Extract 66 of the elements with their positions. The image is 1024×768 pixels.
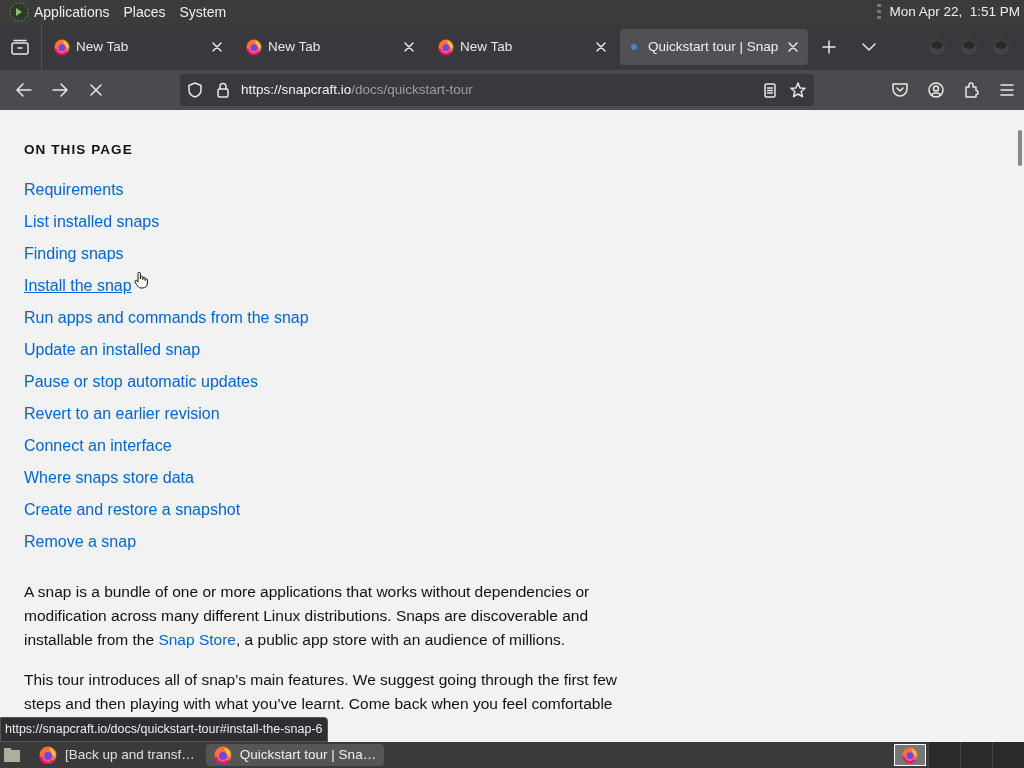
browser-tab[interactable]: New Tab <box>236 29 424 65</box>
toc-link[interactable]: List installed snaps <box>24 210 160 235</box>
stop-icon[interactable] <box>90 84 102 96</box>
toc-link[interactable]: Remove a snap <box>24 530 137 555</box>
terminal-logo-icon[interactable] <box>8 2 30 22</box>
browser-tab[interactable]: Quickstart tour | Snap <box>620 29 808 65</box>
back-icon[interactable] <box>16 83 32 97</box>
panel-handle-icon <box>877 3 882 21</box>
toc-link[interactable]: Requirements <box>24 178 124 203</box>
hand-cursor-icon <box>133 271 148 290</box>
toc-link[interactable]: Where snaps store data <box>24 466 194 491</box>
workspace-switcher[interactable] <box>960 742 992 768</box>
tab-list-icon[interactable] <box>11 39 29 55</box>
firefox-icon <box>438 39 454 55</box>
toc-link[interactable]: Run apps and commands from the snap <box>24 306 309 331</box>
tab-title: New Tab <box>76 37 130 56</box>
menu-item[interactable]: Applications <box>34 1 110 23</box>
forward-icon[interactable] <box>52 83 68 97</box>
account-icon[interactable] <box>928 82 944 98</box>
menu-icon[interactable] <box>1000 84 1014 96</box>
shield-icon[interactable] <box>188 82 202 98</box>
firefox-icon <box>54 39 70 55</box>
menu-item[interactable]: Places <box>123 1 166 23</box>
firefox-icon <box>246 39 262 55</box>
close-icon[interactable] <box>404 42 414 52</box>
menu-item[interactable]: System <box>179 1 227 23</box>
status-url: https://snapcraft.io/docs/quickstart-tour#install-the-snap-6 <box>0 717 328 742</box>
toc-link[interactable]: Update an installed snap <box>24 338 201 363</box>
close-icon[interactable] <box>212 42 222 52</box>
workspace-switcher[interactable] <box>992 742 1024 768</box>
toc-link[interactable]: Pause or stop automatic updates <box>24 370 258 395</box>
browser-tab[interactable]: New Tab <box>428 29 616 65</box>
new-tab-icon[interactable] <box>822 40 836 54</box>
puzzle-icon[interactable] <box>964 82 980 98</box>
scrollbar-thumb[interactable] <box>1018 130 1022 166</box>
taskbar-button[interactable]: [Back up and transf… <box>31 744 203 766</box>
firefox-icon <box>213 746 232 764</box>
pocket-icon[interactable] <box>892 83 908 97</box>
toc-link[interactable]: Finding snaps <box>24 242 124 267</box>
tab-title: New Tab <box>460 37 514 56</box>
address-bar[interactable]: https://snapcraft.io/docs/quickstart-tour <box>180 74 814 106</box>
bookmark-star-icon[interactable] <box>790 82 806 98</box>
close-icon[interactable] <box>788 42 798 52</box>
toc-link[interactable]: Create and restore a snapshot <box>24 498 241 523</box>
url-text: https://snapcraft.io/docs/quickstart-tour <box>241 80 474 99</box>
reader-view-icon[interactable] <box>764 82 776 98</box>
loading-dot-icon <box>630 43 638 51</box>
taskbar-button[interactable]: Quickstart tour | Sna… <box>205 744 385 766</box>
tab-title: Quickstart tour | Snap <box>648 37 780 56</box>
snap-store-link[interactable]: Snap Store <box>158 631 236 649</box>
paragraph: A snap is a bundle of one or more applications that works without dependencies or modification across many different Linux distributions. Snaps are discoverable and installable from the Snap Store, a public app store with an audience of millions. <box>24 582 591 651</box>
chevron-down-icon[interactable] <box>862 43 876 51</box>
browser-tab[interactable]: New Tab <box>44 29 232 65</box>
firefox-icon <box>39 746 57 764</box>
toc-link[interactable]: Revert to an earlier revision <box>24 402 220 427</box>
toc-link[interactable]: Install the snap <box>24 274 132 299</box>
paragraph: This tour introduces all of snap’s main features. We suggest going through the first few steps and then playing with what you’ve learnt. Come back when you feel comfortable <box>24 670 619 715</box>
close-icon[interactable] <box>596 42 606 52</box>
tab-title: New Tab <box>268 37 322 56</box>
workspace-switcher[interactable] <box>928 742 960 768</box>
section-heading: ON THIS PAGE <box>24 141 134 159</box>
clock: Mon Apr 22, 1:51 PM <box>889 2 1020 21</box>
toc-link[interactable]: Connect an interface <box>24 434 172 459</box>
firefox-icon <box>902 747 918 763</box>
show-desktop-icon[interactable] <box>3 747 21 763</box>
lock-icon[interactable] <box>217 82 229 98</box>
